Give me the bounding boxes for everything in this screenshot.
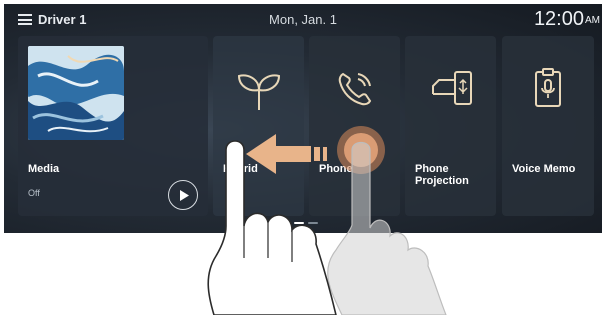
tile-phone-projection-label-line2: Projection — [415, 175, 469, 187]
clock-display: 12:00 — [533, 8, 584, 30]
tile-voice-memo-label: Voice Memo — [512, 163, 576, 175]
page-indicator — [294, 222, 334, 226]
tile-phone-label: Phone — [319, 163, 353, 175]
page-indicator-inactive — [308, 222, 318, 224]
phone-icon — [331, 66, 379, 112]
media-widget[interactable]: Media Off — [18, 36, 208, 216]
clock-ampm: AM — [585, 15, 600, 26]
play-button[interactable] — [168, 180, 198, 210]
tile-phone-projection[interactable]: Phone Projection — [405, 36, 496, 216]
status-bar: Driver 1 Mon, Jan. 1 12:00 AM — [4, 4, 602, 34]
tile-phone[interactable]: Phone — [309, 36, 400, 216]
media-title: Media — [28, 163, 60, 175]
tile-voice-memo[interactable]: Voice Memo — [502, 36, 594, 216]
page-indicator-active — [294, 222, 304, 224]
voice-memo-icon — [524, 66, 572, 112]
album-art — [28, 46, 124, 140]
date-display: Mon, Jan. 1 — [269, 12, 337, 27]
tile-phone-projection-label: Phone Projection — [415, 163, 469, 187]
tile-hybrid-label: Hybrid — [223, 163, 258, 175]
home-screen: Driver 1 Mon, Jan. 1 12:00 AM Media Off — [4, 4, 602, 233]
media-status: Off — [28, 188, 40, 198]
play-icon — [180, 190, 189, 201]
sprout-icon — [235, 66, 283, 112]
phone-projection-icon — [427, 66, 475, 112]
tile-phone-projection-label-line1: Phone — [415, 163, 449, 175]
tile-hybrid[interactable]: Hybrid — [213, 36, 304, 216]
